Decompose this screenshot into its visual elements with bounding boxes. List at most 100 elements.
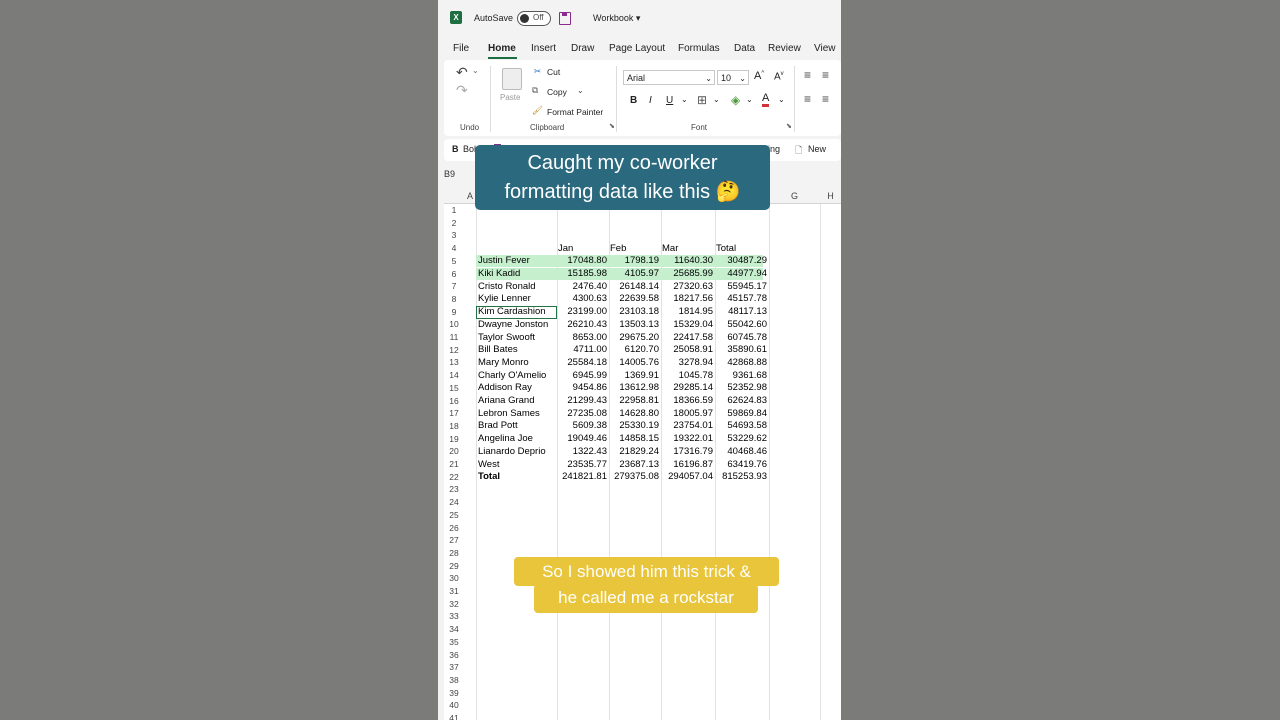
number-cell[interactable]: 15329.04	[661, 319, 713, 331]
name-cell[interactable]: Kiki Kadid	[478, 268, 555, 280]
number-cell[interactable]: 30487.29	[715, 255, 767, 267]
row-header-29[interactable]: 29	[444, 560, 464, 573]
number-cell[interactable]: 5609.38	[557, 420, 607, 432]
number-cell[interactable]: 1798.19	[609, 255, 659, 267]
number-cell[interactable]: 52352.98	[715, 382, 767, 394]
row-header-26[interactable]: 26	[444, 522, 464, 535]
number-cell[interactable]: 1369.91	[609, 370, 659, 382]
number-cell[interactable]: 13503.13	[609, 319, 659, 331]
font-color-icon[interactable]: A	[762, 93, 770, 107]
column-header-g[interactable]: G	[769, 188, 820, 204]
undo-dropdown-icon[interactable]: ⌄	[472, 66, 479, 75]
tab-data[interactable]: Data	[734, 43, 755, 54]
column-label[interactable]: Jan	[558, 243, 608, 255]
number-cell[interactable]: 26148.14	[609, 281, 659, 293]
new-label[interactable]: New	[808, 144, 826, 154]
italic-icon[interactable]: I	[649, 95, 652, 106]
cut-button[interactable]: Cut	[547, 67, 560, 77]
number-cell[interactable]: 18217.56	[661, 293, 713, 305]
selected-cell[interactable]	[476, 305, 557, 320]
name-cell[interactable]: Addison Ray	[478, 382, 555, 394]
number-cell[interactable]: 35890.61	[715, 344, 767, 356]
number-cell[interactable]: 21829.24	[609, 446, 659, 458]
row-header-14[interactable]: 14	[444, 369, 464, 382]
number-cell[interactable]: 4300.63	[557, 293, 607, 305]
number-cell[interactable]: 16196.87	[661, 459, 713, 471]
number-cell[interactable]: 23103.18	[609, 306, 659, 318]
paste-label[interactable]: Paste	[500, 93, 520, 102]
number-cell[interactable]: 22958.81	[609, 395, 659, 407]
number-cell[interactable]: 14858.15	[609, 433, 659, 445]
fill-color-icon[interactable]: ◈	[731, 93, 740, 107]
paste-icon[interactable]	[502, 68, 522, 90]
copy-button[interactable]: Copy	[547, 87, 567, 97]
row-header-4[interactable]: 4	[444, 242, 464, 255]
number-cell[interactable]: 23687.13	[609, 459, 659, 471]
row-header-8[interactable]: 8	[444, 293, 464, 306]
total-number-cell[interactable]: 294057.04	[661, 471, 713, 483]
number-cell[interactable]: 19322.01	[661, 433, 713, 445]
row-header-16[interactable]: 16	[444, 395, 464, 408]
number-cell[interactable]: 55042.60	[715, 319, 767, 331]
row-header-25[interactable]: 25	[444, 509, 464, 522]
row-header-13[interactable]: 13	[444, 356, 464, 369]
row-header-15[interactable]: 15	[444, 382, 464, 395]
align-left-icon[interactable]: ≡	[804, 92, 811, 106]
autosave-toggle[interactable]: Off	[517, 11, 551, 26]
number-cell[interactable]: 11640.30	[661, 255, 713, 267]
number-cell[interactable]: 23199.00	[557, 306, 607, 318]
name-cell[interactable]: Justin Fever	[478, 255, 555, 267]
number-cell[interactable]: 4711.00	[557, 344, 607, 356]
number-cell[interactable]: 1045.78	[661, 370, 713, 382]
row-header-34[interactable]: 34	[444, 623, 464, 636]
name-cell[interactable]: Bill Bates	[478, 344, 555, 356]
total-number-cell[interactable]: 815253.93	[715, 471, 767, 483]
number-cell[interactable]: 17048.80	[557, 255, 607, 267]
total-label-cell[interactable]: Total	[478, 471, 555, 483]
total-number-cell[interactable]: 279375.08	[609, 471, 659, 483]
row-header-23[interactable]: 23	[444, 483, 464, 496]
number-cell[interactable]: 59869.84	[715, 408, 767, 420]
worksheet-grid[interactable]: ABCDEFGH12345678910111213141516171819202…	[444, 188, 841, 720]
number-cell[interactable]: 54693.58	[715, 420, 767, 432]
number-cell[interactable]: 25330.19	[609, 420, 659, 432]
decrease-font-size-icon[interactable]: Av	[774, 71, 784, 82]
row-header-20[interactable]: 20	[444, 445, 464, 458]
name-cell[interactable]: Lebron Sames	[478, 408, 555, 420]
name-cell[interactable]: Charly O'Amelio	[478, 370, 555, 382]
name-cell[interactable]: Kylie Lenner	[478, 293, 555, 305]
save-icon[interactable]	[559, 12, 571, 25]
name-cell[interactable]: Taylor Swooft	[478, 332, 555, 344]
format-painter-icon[interactable]: 🖌	[532, 105, 543, 116]
number-cell[interactable]: 62624.83	[715, 395, 767, 407]
new-document-icon[interactable]: 🗋	[795, 143, 802, 159]
select-all-corner[interactable]	[444, 188, 464, 204]
number-cell[interactable]: 29675.20	[609, 332, 659, 344]
number-cell[interactable]: 23754.01	[661, 420, 713, 432]
row-header-18[interactable]: 18	[444, 420, 464, 433]
font-size-select[interactable]: 10 ⌄	[717, 70, 749, 85]
row-header-35[interactable]: 35	[444, 636, 464, 649]
number-cell[interactable]: 19049.46	[557, 433, 607, 445]
increase-font-size-icon[interactable]: A^	[754, 70, 764, 82]
number-cell[interactable]: 55945.17	[715, 281, 767, 293]
cut-icon[interactable]: ✂	[534, 66, 541, 77]
column-label[interactable]: Mar	[662, 243, 714, 255]
number-cell[interactable]: 17316.79	[661, 446, 713, 458]
number-cell[interactable]: 2476.40	[557, 281, 607, 293]
number-cell[interactable]: 44977.94	[715, 268, 767, 280]
tab-page-layout[interactable]: Page Layout	[609, 43, 665, 54]
row-header-3[interactable]: 3	[444, 229, 464, 242]
row-header-32[interactable]: 32	[444, 598, 464, 611]
align-middle-icon[interactable]: ≡	[822, 68, 829, 82]
number-cell[interactable]: 25058.91	[661, 344, 713, 356]
number-cell[interactable]: 27320.63	[661, 281, 713, 293]
row-header-36[interactable]: 36	[444, 649, 464, 662]
name-cell[interactable]: Ariana Grand	[478, 395, 555, 407]
tab-formulas[interactable]: Formulas	[678, 43, 720, 54]
underline-dropdown-icon[interactable]: ⌄	[681, 95, 688, 104]
borders-dropdown-icon[interactable]: ⌄	[713, 95, 720, 104]
number-cell[interactable]: 22417.58	[661, 332, 713, 344]
underline-icon[interactable]: U	[666, 95, 673, 106]
font-color-dropdown-icon[interactable]: ⌄	[778, 95, 785, 104]
